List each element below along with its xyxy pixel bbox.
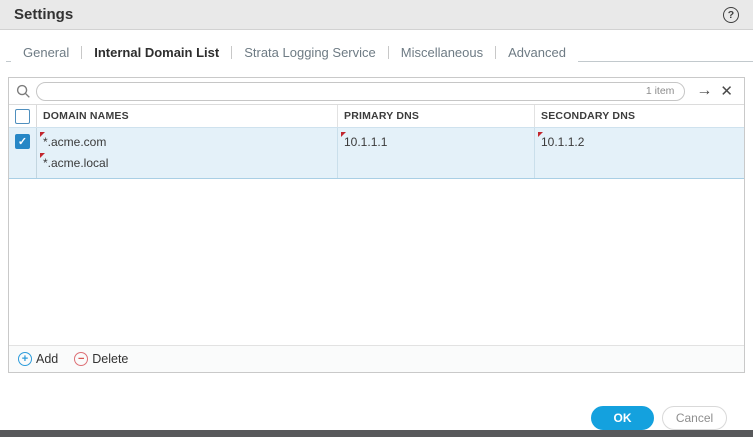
delete-icon: − [74, 352, 89, 366]
table-header: DOMAIN NAMES PRIMARY DNS SECONDARY DNS [9, 105, 744, 128]
primary-dns-value: 10.1.1.1 [340, 132, 387, 153]
secondary-dns-cell[interactable]: 10.1.1.2 [534, 128, 744, 178]
tab-advanced[interactable]: Advanced [496, 43, 578, 64]
dialog-actions: OK Cancel [0, 373, 753, 430]
select-all-checkbox[interactable] [15, 108, 30, 124]
header-checkbox-cell [9, 105, 37, 127]
table-empty-area [9, 179, 744, 345]
tab-bar: General Internal Domain List Strata Logg… [0, 42, 753, 64]
table-row[interactable]: ✓ *.acme.com *.acme.local 10.1.1.1 10.1.… [9, 128, 744, 179]
cancel-button[interactable]: Cancel [662, 406, 727, 430]
search-icon [16, 84, 30, 98]
delete-button-label: Delete [92, 352, 129, 366]
column-header-domain-names[interactable]: DOMAIN NAMES [37, 110, 337, 122]
delete-button[interactable]: − Delete [74, 352, 128, 366]
window-bottom-bar [0, 430, 753, 437]
row-checkbox[interactable]: ✓ [15, 134, 30, 149]
domain-name-value: *.acme.com [39, 132, 106, 153]
domain-name-value: *.acme.local [39, 153, 108, 174]
table-footer: + Add − Delete [9, 345, 744, 372]
add-icon: + [18, 352, 32, 366]
search-input[interactable] [47, 85, 646, 97]
add-button[interactable]: + Add [18, 352, 58, 366]
tab-miscellaneous[interactable]: Miscellaneous [388, 43, 496, 64]
domain-list-panel: 1 item → ✕ DOMAIN NAMES PRIMARY DNS SECO… [8, 77, 745, 373]
dialog-titlebar: Settings ? [0, 0, 753, 30]
tab-general[interactable]: General [11, 43, 82, 64]
tab-internal-domain-list[interactable]: Internal Domain List [82, 43, 232, 64]
primary-dns-cell[interactable]: 10.1.1.1 [337, 128, 534, 178]
tab-strata-logging-service[interactable]: Strata Logging Service [232, 43, 388, 64]
search-field-pill: 1 item [36, 81, 686, 101]
column-header-primary-dns[interactable]: PRIMARY DNS [337, 105, 534, 127]
column-header-secondary-dns[interactable]: SECONDARY DNS [534, 105, 744, 127]
check-icon: ✓ [17, 136, 28, 148]
domain-names-cell[interactable]: *.acme.com *.acme.local [37, 128, 337, 178]
row-checkbox-cell: ✓ [9, 128, 37, 178]
add-button-label: Add [36, 352, 59, 366]
item-count-badge: 1 item [645, 85, 675, 97]
secondary-dns-value: 10.1.1.2 [537, 132, 584, 153]
search-go-icon[interactable]: → [692, 83, 716, 99]
help-icon[interactable]: ? [723, 6, 739, 23]
search-bar: 1 item → ✕ [9, 78, 744, 105]
ok-button[interactable]: OK [591, 406, 654, 430]
dialog-title: Settings [14, 6, 74, 23]
search-clear-icon[interactable]: ✕ [716, 84, 737, 99]
